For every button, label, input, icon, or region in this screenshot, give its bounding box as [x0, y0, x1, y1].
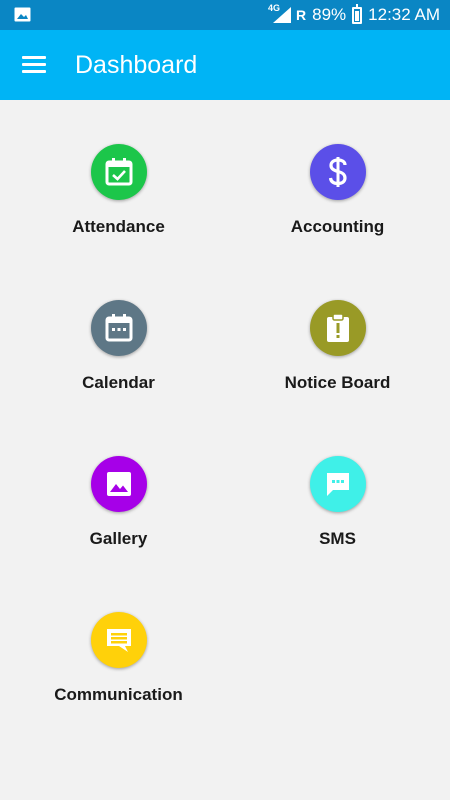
tile-calendar[interactable]: Calendar — [6, 256, 231, 412]
app-bar: Dashboard — [0, 30, 450, 100]
tile-accounting[interactable]: Accounting — [225, 100, 450, 256]
image-notification-icon — [14, 7, 31, 22]
tile-communication[interactable]: Communication — [6, 568, 231, 724]
notice-board-icon — [310, 300, 366, 356]
status-bar: 4G R 89% 12:32 AM — [0, 0, 450, 30]
message-icon — [91, 612, 147, 668]
tile-label: SMS — [319, 529, 356, 548]
calendar-check-icon — [91, 144, 147, 200]
page-title: Dashboard — [75, 51, 198, 79]
calendar-icon — [91, 300, 147, 356]
tile-attendance[interactable]: Attendance — [6, 100, 231, 256]
clock: 12:32 AM — [368, 5, 440, 24]
battery-icon — [352, 3, 363, 24]
tile-notice-board[interactable]: Notice Board — [225, 256, 450, 412]
tile-label: Attendance — [72, 217, 165, 236]
signal-icon: 4G — [268, 3, 292, 24]
menu-button[interactable] — [16, 47, 54, 83]
sms-icon — [310, 456, 366, 512]
tile-label: Calendar — [82, 373, 155, 392]
tile-label: Gallery — [89, 529, 148, 548]
tile-sms[interactable]: SMS — [225, 412, 450, 568]
roaming-indicator: R — [296, 7, 307, 23]
image-icon — [91, 456, 147, 512]
dollar-icon — [310, 144, 366, 200]
tile-label: Notice Board — [284, 373, 391, 392]
tile-gallery[interactable]: Gallery — [6, 412, 231, 568]
battery-percent: 89% — [312, 5, 347, 24]
tile-label: Accounting — [290, 217, 385, 236]
tile-label: Communication — [54, 685, 183, 704]
